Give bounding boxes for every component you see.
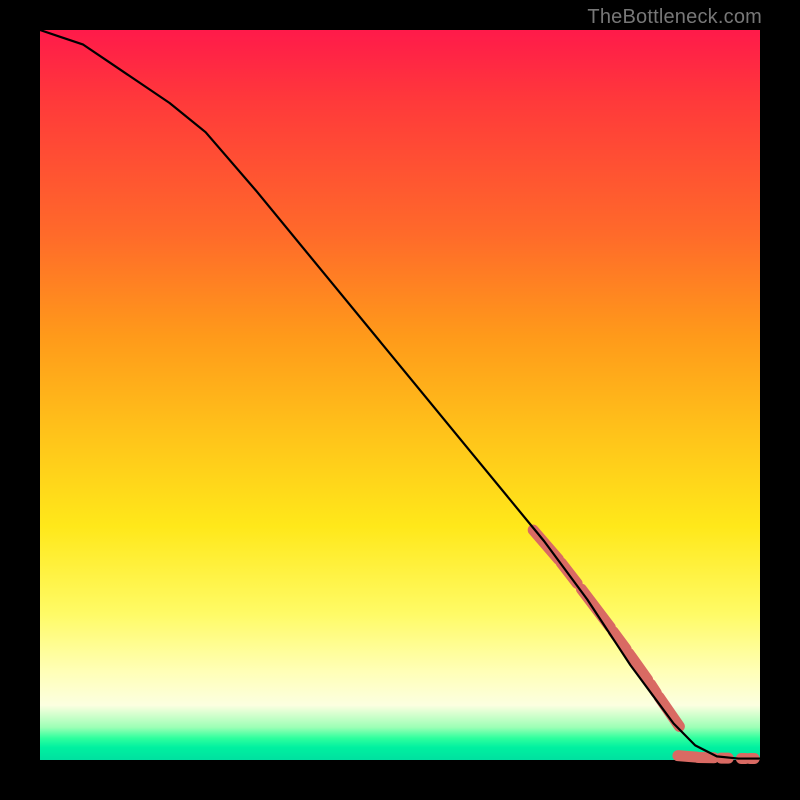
chart-stage: TheBottleneck.com: [0, 0, 800, 800]
curve-line: [40, 30, 760, 759]
plot-area: [40, 30, 760, 760]
marker-pill: [659, 697, 679, 726]
chart-svg: [40, 30, 760, 760]
marker-layer: [533, 530, 754, 758]
marker-pill: [581, 589, 610, 627]
marker-pill: [651, 684, 657, 693]
watermark-text: TheBottleneck.com: [587, 6, 762, 29]
